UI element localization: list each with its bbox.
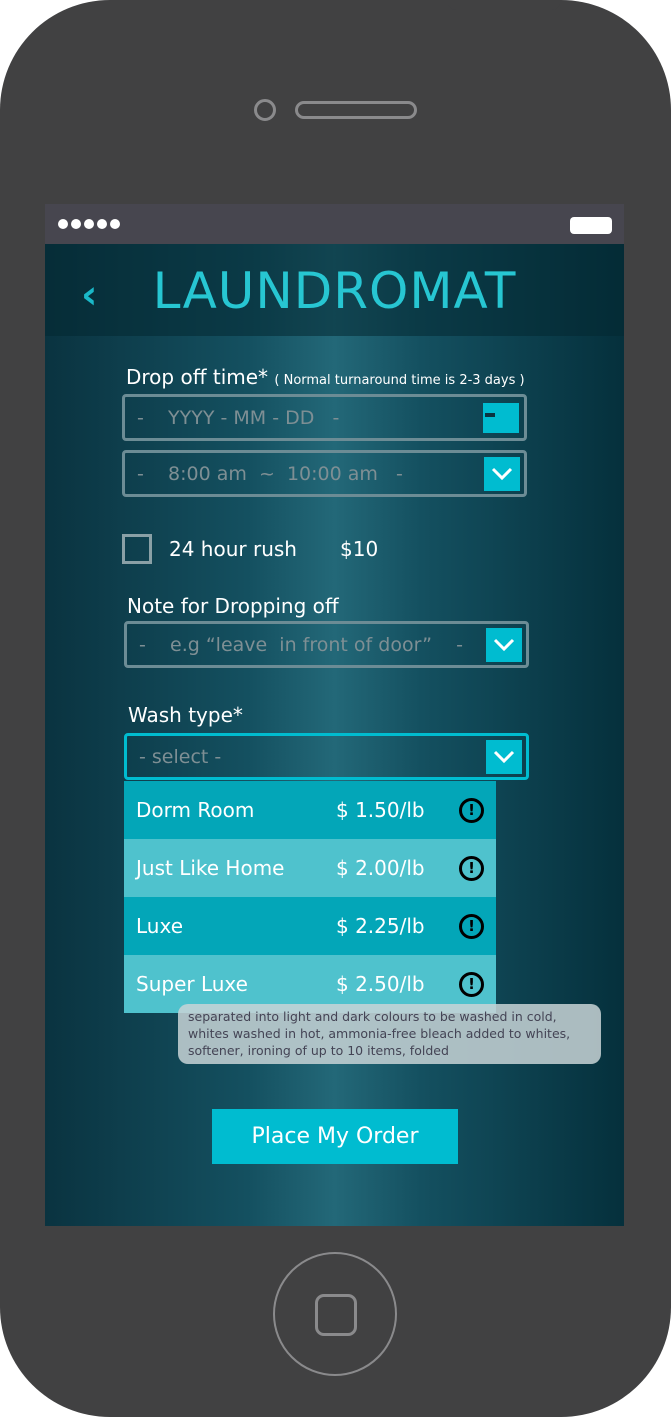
wash-type-menu: Dorm Room $ 1.50/lb! Just Like Home $ 2.00… (124, 781, 496, 1013)
note-input[interactable]: - e.g “leave in front of door” - (124, 621, 529, 668)
wash-type-select[interactable]: - select - (124, 733, 529, 780)
info-icon[interactable]: ! (459, 855, 484, 881)
wash-type-label: Wash type* (128, 703, 243, 727)
calendar-icon[interactable] (483, 403, 519, 433)
info-icon[interactable]: ! (459, 797, 484, 823)
option-price: $ 2.50/lb (336, 972, 425, 996)
date-input[interactable]: - YYYY - MM - DD - (122, 394, 527, 441)
chevron-down-icon[interactable] (486, 628, 522, 662)
tooltip: separated into light and dark colours to… (178, 1004, 601, 1064)
power-button (448, 0, 560, 10)
rush-checkbox[interactable] (122, 534, 152, 564)
info-icon[interactable]: ! (459, 971, 484, 997)
turnaround-note: ( Normal turnaround time is 2-3 days ) (274, 373, 525, 388)
battery-icon (570, 217, 612, 234)
app-header: ‹ LAUNDROMAT (45, 244, 624, 336)
rush-price: $10 (340, 537, 379, 561)
option-luxe[interactable]: Luxe $ 2.25/lb! (124, 897, 496, 955)
place-order-button[interactable]: Place My Order (212, 1109, 458, 1164)
dropoff-label: Drop off time* ( Normal turnaround time … (126, 365, 525, 389)
phone-frame: ‹ LAUNDROMAT Drop off time* ( Normal tur… (0, 0, 671, 1417)
option-price: $ 2.00/lb (336, 856, 425, 880)
option-price: $ 1.50/lb (336, 798, 425, 822)
screen: ‹ LAUNDROMAT Drop off time* ( Normal tur… (45, 204, 624, 1226)
chevron-down-icon[interactable] (486, 740, 522, 774)
chevron-down-icon[interactable] (484, 457, 520, 491)
signal-icon (58, 219, 120, 229)
rush-label: 24 hour rush (169, 537, 297, 561)
status-bar (45, 204, 624, 244)
option-dorm-room[interactable]: Dorm Room $ 1.50/lb! (124, 781, 496, 839)
camera (254, 99, 276, 121)
home-square-icon (315, 1294, 357, 1336)
info-icon[interactable]: ! (459, 913, 484, 939)
home-button[interactable] (273, 1252, 397, 1376)
speaker (295, 101, 417, 119)
app-title: LAUNDROMAT (152, 262, 517, 320)
option-price: $ 2.25/lb (336, 914, 425, 938)
option-just-like-home[interactable]: Just Like Home $ 2.00/lb! (124, 839, 496, 897)
note-label: Note for Dropping off (127, 594, 339, 618)
time-select[interactable]: - 8:00 am ~ 10:00 am - (122, 450, 527, 497)
